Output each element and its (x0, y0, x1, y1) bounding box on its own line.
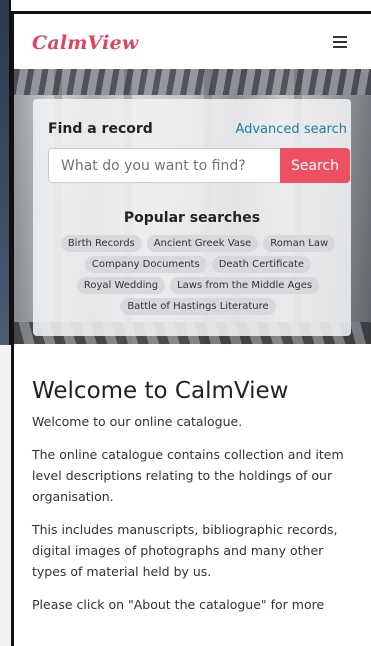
intro-paragraph: Please click on "About the catalogue" fo… (32, 597, 325, 612)
popular-searches-list: Birth Records Ancient Greek Vase Roman L… (53, 235, 343, 315)
popular-search-tag[interactable]: Ancient Greek Vase (146, 235, 259, 252)
intro-paragraph: Welcome to our online catalogue. (32, 414, 243, 429)
popular-search-tag[interactable]: Company Documents (84, 256, 207, 273)
background-window-lower (0, 345, 11, 646)
find-record-label: Find a record (48, 121, 153, 137)
popular-search-tag[interactable]: Birth Records (60, 235, 142, 252)
popular-search-tag[interactable]: Battle of Hastings Literature (120, 298, 276, 315)
popular-search-tag[interactable]: Royal Wedding (76, 277, 166, 294)
intro-paragraph: The online catalogue contains collection… (32, 447, 344, 504)
popular-searches-title: Popular searches (123, 210, 261, 226)
popular-search-tag[interactable]: Death Certificate (211, 256, 312, 273)
intro-paragraph: This includes manuscripts, bibliographic… (32, 522, 338, 579)
menu-bar (333, 46, 347, 48)
background-window-strip (0, 0, 11, 646)
site-header: CalmView (14, 14, 371, 69)
browser-viewport: CalmView Find a record Advanced search S… (11, 11, 371, 646)
hero-roof-pattern (14, 69, 371, 95)
menu-bar (333, 41, 347, 43)
search-input[interactable] (48, 148, 280, 183)
hamburger-menu-icon[interactable] (333, 36, 347, 48)
menu-bar (333, 36, 347, 38)
page-title: Welcome to CalmView (32, 378, 289, 404)
popular-search-tag[interactable]: Laws from the Middle Ages (170, 277, 320, 294)
search-button[interactable]: Search (280, 148, 350, 183)
popular-search-tag[interactable]: Roman Law (263, 235, 336, 252)
main-content: Welcome to CalmView Welcome to our onlin… (14, 344, 371, 627)
search-panel: Find a record Advanced search Search Pop… (33, 99, 351, 336)
advanced-search-link[interactable]: Advanced search (235, 122, 347, 137)
brand-logo[interactable]: CalmView (32, 32, 138, 54)
